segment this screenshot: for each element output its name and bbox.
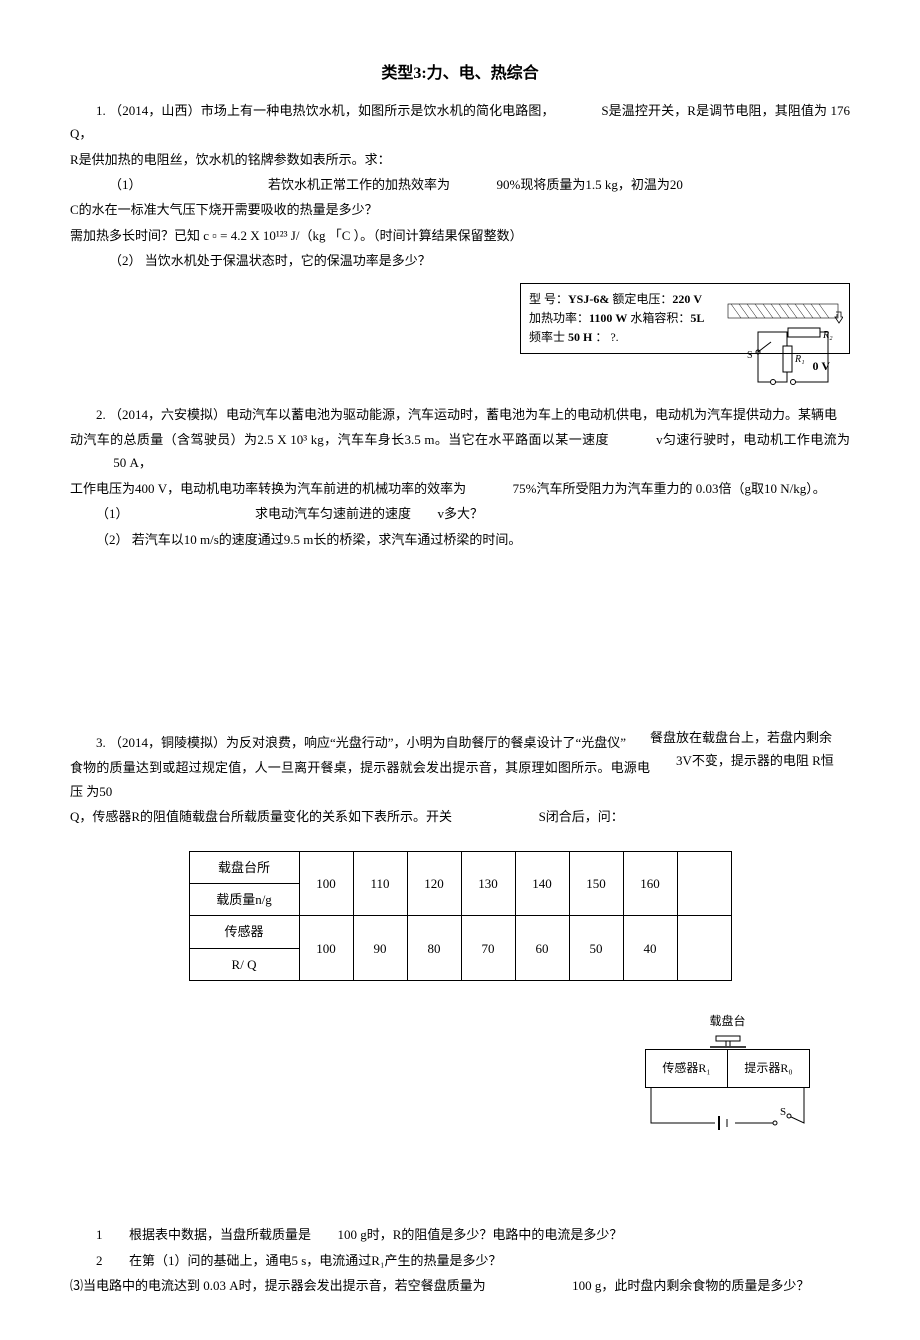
q2-line4c: v多大？	[438, 506, 484, 521]
q1-line3: （1） 若饮水机正常工作的加热效率为 90%现将质量为1.5 kg，初温为20	[70, 173, 850, 196]
q3-subquestions: 1 根据表中数据，当盘所载质量是 100 g时，R的阻值是多少？电路中的电流是多…	[70, 1223, 850, 1297]
cell: 120	[407, 851, 461, 916]
cell-empty	[677, 916, 731, 981]
cell: 100	[299, 916, 353, 981]
q3-line3a: Q，传感器R的阻值随载盘台所载质量变化的关系如下表所示。开关	[70, 809, 452, 824]
cell: 150	[569, 851, 623, 916]
question-1: 1. （2014，山西）市场上有一种电热饮水机，如图所示是饮水机的简化电路图， …	[70, 99, 850, 378]
table-row: 载盘台所 100 110 120 130 140 150 160	[189, 851, 731, 883]
q2-line2b: v匀速行驶时，电动机工作电流为	[656, 432, 850, 447]
row1-header-b: 载质量n/g	[189, 883, 299, 915]
circuit2-bottom: S	[645, 1088, 810, 1133]
q3-right-a: 餐盘放在载盘台上，若盘内剩余	[650, 726, 850, 749]
page-title: 类型3:力、电、热综合	[70, 60, 850, 89]
q2-line3a: 工作电压为400 V，电动机电功率转换为汽车前进的机械功率的效率为	[70, 481, 466, 496]
q3-sub1: 1 根据表中数据，当盘所载质量是 100 g时，R的阻值是多少？电路中的电流是多…	[70, 1223, 850, 1246]
q3-sub2-num: 2	[96, 1253, 103, 1268]
cell: 60	[515, 916, 569, 981]
cell: 80	[407, 916, 461, 981]
q1-spec-box-wrap: 型 号：YSJ-6& 额定电压：220 V 加热功率：1100 W 水箱容积：5…	[70, 283, 850, 378]
indicator-box: 提示器R₀	[728, 1050, 809, 1088]
q2-line4b: 求电动汽车匀速前进的速度	[255, 506, 411, 521]
cell: 130	[461, 851, 515, 916]
q2-line1: 2. （2014，六安模拟）电动汽车以蓄电池为驱动能源，汽车运动时，蓄电池为车上…	[70, 403, 850, 426]
q3-right-note: 餐盘放在载盘台上，若盘内剩余 3V不变，提示器的电阻 R恒	[650, 726, 850, 773]
q3-sub1-num: 1	[96, 1227, 103, 1242]
q1-line6: （2） 当饮水机处于保温状态时，它的保温功率是多少？	[70, 249, 850, 272]
question-2: 2. （2014，六安模拟）电动汽车以蓄电池为驱动能源，汽车运动时，蓄电池为车上…	[70, 403, 850, 551]
row2-header-a: 传感器	[189, 916, 299, 948]
circuit2-wrap: 载盘台 传感器R₁ 提示器R₀ S	[70, 1011, 810, 1133]
q1-spec-text: 型 号：YSJ-6& 额定电压：220 V 加热功率：1100 W 水箱容积：5…	[529, 290, 714, 348]
q2-line2a: 动汽车的总质量（含驾驶员）为2.5 X 10³ kg，汽车车身长3.5 m。当它…	[70, 432, 609, 447]
q2-line4: （1） 求电动汽车匀速前进的速度 v多大？	[70, 502, 850, 525]
q3-line3b: S闭合后，问：	[539, 809, 624, 824]
q2-line2c: 50 A，	[113, 455, 152, 470]
cell-empty	[677, 851, 731, 916]
q1-line3b: 若饮水机正常工作的加热效率为	[268, 177, 450, 192]
q1-line1a: 1. （2014，山西）市场上有一种电热饮水机，如图所示是饮水机的简化电路图，	[96, 103, 555, 118]
circuit2-top-label: 载盘台	[645, 1011, 810, 1033]
q1-line3a: （1）	[109, 177, 142, 192]
switch-s-label: S	[780, 1106, 786, 1118]
q3-sub2-b: 在第（1）问的基础上，通电5 s，电流通过R₁产生的热量是多少？	[129, 1253, 502, 1268]
q3-sub3: ⑶当电路中的电流达到 0.03 A时，提示器会发出提示音，若空餐盘质量为 100…	[70, 1274, 850, 1297]
q3-sub1-c: 100 g时，R的阻值是多少？电路中的电流是多少？	[338, 1227, 623, 1242]
q2-line2: 动汽车的总质量（含驾驶员）为2.5 X 10³ kg，汽车车身长3.5 m。当它…	[70, 428, 850, 475]
tray-icon	[708, 1035, 748, 1049]
svg-text:R₁: R₁	[794, 354, 805, 365]
spec-model: 型 号：YSJ-6& 额定电压：220 V 加热功率：1100 W 水箱容积：5…	[529, 292, 704, 344]
cell: 140	[515, 851, 569, 916]
q3-line3: Q，传感器R的阻值随载盘台所载质量变化的关系如下表所示。开关 S闭合后，问：	[70, 805, 850, 828]
question-3: 餐盘放在载盘台上，若盘内剩余 3V不变，提示器的电阻 R恒 3. （2014，铜…	[70, 731, 850, 1297]
cell: 100	[299, 851, 353, 916]
q1-line5: 需加热多长时间？已知 c ▫ = 4.2 X 10¹²³ J/（kg 「C ）。…	[70, 224, 850, 247]
row1-header-a: 载盘台所	[189, 851, 299, 883]
q3-right-b: 3V不变，提示器的电阻 R恒	[650, 749, 850, 772]
table-row: 传感器 100 90 80 70 60 50 40	[189, 916, 731, 948]
row2-header-b: R/ Q	[189, 948, 299, 980]
sensor-table: 载盘台所 100 110 120 130 140 150 160 载质量n/g …	[189, 851, 732, 982]
cell: 50	[569, 916, 623, 981]
sensor-box: 传感器R₁	[646, 1050, 728, 1088]
q1-line4: C的水在一标准大气压下烧开需要吸收的热量是多少？	[70, 198, 850, 221]
cell: 160	[623, 851, 677, 916]
q1-line3c: 90%现将质量为1.5 kg，初温为20	[497, 177, 683, 192]
q1-line2: R是供加热的电阻丝，饮水机的铭牌参数如表所示。求：	[70, 148, 850, 171]
circuit-diagram-2: 载盘台 传感器R₁ 提示器R₀ S	[645, 1011, 810, 1133]
q3-sub1-b: 根据表中数据，当盘所载质量是	[129, 1227, 311, 1242]
q2-line3b: 75%汽车所受阻力为汽车重力的 0.03倍（g取10 N/kg）。	[513, 481, 826, 496]
circuit2-boxes: 传感器R₁ 提示器R₀	[645, 1049, 810, 1089]
cell: 70	[461, 916, 515, 981]
q3-sub2: 2 在第（1）问的基础上，通电5 s，电流通过R₁产生的热量是多少？	[70, 1249, 850, 1272]
cell: 110	[353, 851, 407, 916]
circuit-diagram-1: R₂ R₁ S	[723, 302, 843, 397]
q1-spec-box: 型 号：YSJ-6& 额定电压：220 V 加热功率：1100 W 水箱容积：5…	[520, 283, 850, 355]
q3-sub3-b: 100 g，此时盘内剩余食物的质量是多少？	[572, 1278, 809, 1293]
q2-line3: 工作电压为400 V，电动机电功率转换为汽车前进的机械功率的效率为 75%汽车所…	[70, 477, 850, 500]
q2-line5: （2） 若汽车以10 m/s的速度通过9.5 m长的桥梁，求汽车通过桥梁的时间。	[70, 528, 850, 551]
q3-sub3-a: ⑶当电路中的电流达到 0.03 A时，提示器会发出提示音，若空餐盘质量为	[70, 1278, 486, 1293]
q2-line4a: （1）	[96, 506, 129, 521]
cell: 90	[353, 916, 407, 981]
q1-line1: 1. （2014，山西）市场上有一种电热饮水机，如图所示是饮水机的简化电路图， …	[70, 99, 850, 146]
cell: 40	[623, 916, 677, 981]
svg-text:S: S	[747, 350, 753, 361]
